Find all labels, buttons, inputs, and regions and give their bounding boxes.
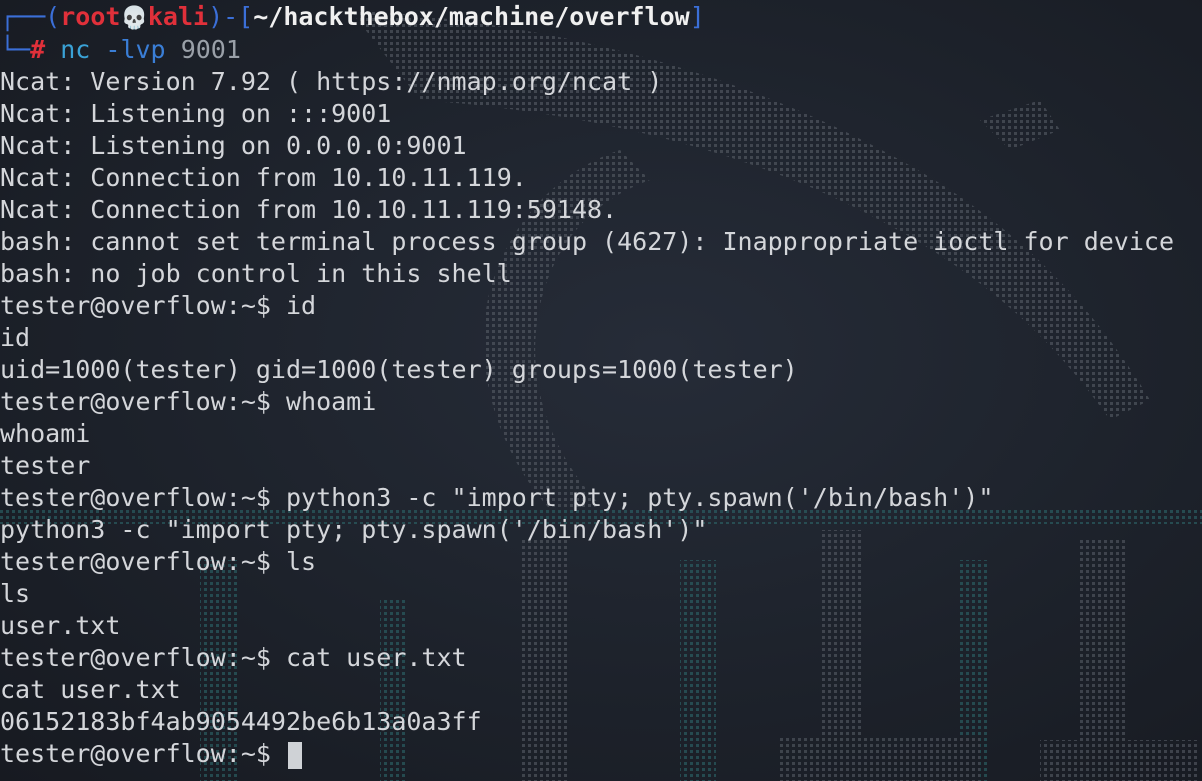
output-line: bash: no job control in this shell bbox=[0, 259, 512, 288]
prompt-header-line: ┌──(root💀kali)-[~/hackthebox/machine/ove… bbox=[0, 0, 1202, 34]
output-line: Ncat: Connection from 10.10.11.119:59148… bbox=[0, 195, 618, 224]
command-arg: 9001 bbox=[180, 35, 241, 64]
terminal-window[interactable]: ┌──(root💀kali)-[~/hackthebox/machine/ove… bbox=[0, 0, 1202, 781]
output-line: tester@overflow:~$ python3 -c "import pt… bbox=[0, 483, 994, 512]
final-prompt: tester@overflow:~$ bbox=[0, 739, 286, 768]
output-line: whoami bbox=[0, 419, 91, 448]
output-line: ls bbox=[0, 579, 31, 608]
prompt-box-mid: )-[ bbox=[208, 2, 254, 31]
output-line: tester@overflow:~$ whoami bbox=[0, 387, 377, 416]
prompt-host: kali bbox=[147, 2, 209, 31]
text-cursor[interactable] bbox=[287, 741, 302, 769]
output-line: Ncat: Version 7.92 ( https://nmap.org/nc… bbox=[0, 67, 663, 96]
output-line: id bbox=[0, 323, 31, 352]
prompt-box-close: ] bbox=[689, 2, 705, 31]
prompt-command-line: └─# nc -lvp 9001 bbox=[0, 34, 1202, 66]
output-line: tester@overflow:~$ cat user.txt bbox=[0, 643, 467, 672]
output-line: tester@overflow:~$ ls bbox=[0, 547, 317, 576]
prompt-path: ~/hackthebox/machine/overflow bbox=[253, 2, 690, 31]
prompt-user: root bbox=[60, 2, 121, 31]
output-line: cat user.txt bbox=[0, 675, 181, 704]
terminal-output: ┌──(root💀kali)-[~/hackthebox/machine/ove… bbox=[0, 0, 1202, 770]
output-line: Ncat: Listening on :::9001 bbox=[0, 99, 392, 128]
prompt-hash: # bbox=[30, 35, 46, 64]
output-line: tester@overflow:~$ id bbox=[0, 291, 317, 320]
active-prompt-line[interactable]: tester@overflow:~$ bbox=[0, 738, 1202, 770]
output-line: uid=1000(tester) gid=1000(tester) groups… bbox=[0, 355, 798, 384]
output-line: Ncat: Connection from 10.10.11.119. bbox=[0, 163, 527, 192]
output-line: Ncat: Listening on 0.0.0.0:9001 bbox=[0, 131, 467, 160]
output-line: tester bbox=[0, 451, 91, 480]
output-line: python3 -c "import pty; pty.spawn('/bin/… bbox=[0, 515, 708, 544]
command-name: nc bbox=[60, 35, 91, 64]
output-line: 06152183bf4ab9054492be6b13a0a3ff bbox=[0, 707, 482, 736]
prompt-box-bottom: └─ bbox=[0, 35, 31, 64]
skull-icon: 💀 bbox=[120, 6, 148, 31]
output-line: bash: cannot set terminal process group … bbox=[0, 227, 1174, 256]
command-flag: -lvp bbox=[105, 35, 166, 64]
prompt-box-open: ┌──( bbox=[0, 2, 61, 31]
output-line: user.txt bbox=[0, 611, 121, 640]
